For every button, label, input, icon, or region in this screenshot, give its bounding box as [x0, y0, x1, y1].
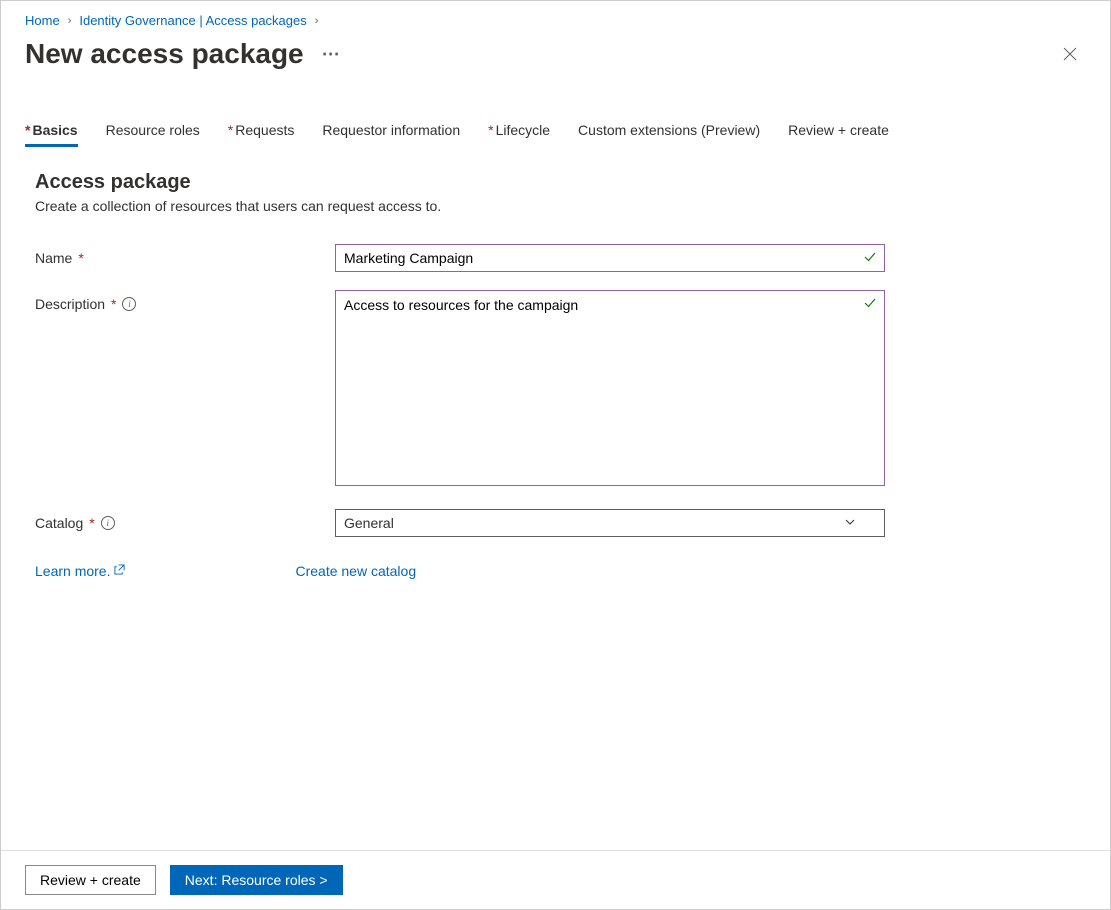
- tab-requestor-info[interactable]: Requestor information: [322, 122, 460, 146]
- chevron-right-icon: ›: [64, 15, 76, 27]
- link-text: Create new catalog: [295, 563, 416, 579]
- wizard-tabs: *Basics Resource roles *Requests Request…: [1, 122, 1110, 147]
- page-title-text: New access package: [25, 38, 304, 70]
- close-button[interactable]: [1054, 38, 1086, 70]
- tab-label: Requestor information: [322, 122, 460, 138]
- section-description: Create a collection of resources that us…: [35, 198, 1076, 214]
- name-row: Name *: [35, 244, 1076, 272]
- description-field-wrap: [335, 290, 885, 491]
- link-text: Learn more.: [35, 563, 110, 579]
- tab-requests[interactable]: *Requests: [228, 122, 295, 146]
- header: Home › Identity Governance | Access pack…: [1, 1, 1110, 70]
- close-icon: [1063, 47, 1077, 61]
- title-row: New access package ⋯: [25, 38, 1086, 70]
- review-create-button[interactable]: Review + create: [25, 865, 156, 895]
- external-link-icon: [114, 564, 125, 578]
- section-title: Access package: [35, 171, 1076, 194]
- tab-label: Lifecycle: [496, 122, 550, 138]
- name-input[interactable]: [335, 244, 885, 272]
- tab-label: Review + create: [788, 122, 889, 138]
- name-label: Name *: [35, 244, 335, 266]
- description-input[interactable]: [335, 290, 885, 486]
- chevron-down-icon: [844, 515, 856, 531]
- breadcrumb-home[interactable]: Home: [25, 13, 60, 28]
- new-access-package-window: Home › Identity Governance | Access pack…: [0, 0, 1111, 910]
- links-row: Learn more. Create new catalog: [35, 563, 1076, 579]
- check-icon: [863, 250, 877, 269]
- select-value: General: [344, 515, 394, 531]
- required-asterisk: *: [228, 122, 233, 138]
- label-text: Description: [35, 296, 105, 312]
- name-field-wrap: [335, 244, 885, 272]
- tab-custom-extensions[interactable]: Custom extensions (Preview): [578, 122, 760, 146]
- tab-lifecycle[interactable]: *Lifecycle: [488, 122, 550, 146]
- required-asterisk: *: [111, 296, 116, 312]
- tab-label: Custom extensions (Preview): [578, 122, 760, 138]
- description-label: Description * i: [35, 290, 335, 312]
- breadcrumb-governance[interactable]: Identity Governance | Access packages: [79, 13, 306, 28]
- tab-label: Resource roles: [106, 122, 200, 138]
- next-button[interactable]: Next: Resource roles >: [170, 865, 343, 895]
- tab-resource-roles[interactable]: Resource roles: [106, 122, 200, 146]
- footer: Review + create Next: Resource roles >: [1, 850, 1110, 909]
- tab-basics[interactable]: *Basics: [25, 122, 78, 146]
- required-asterisk: *: [488, 122, 493, 138]
- label-text: Catalog: [35, 515, 83, 531]
- catalog-label: Catalog * i: [35, 509, 335, 531]
- catalog-field-wrap: General: [335, 509, 885, 537]
- check-icon: [863, 296, 877, 315]
- more-actions-icon[interactable]: ⋯: [322, 44, 342, 65]
- page-title: New access package ⋯: [25, 38, 342, 70]
- chevron-right-icon: ›: [311, 15, 323, 27]
- tab-label: Basics: [32, 122, 77, 138]
- required-asterisk: *: [89, 515, 94, 531]
- description-row: Description * i: [35, 290, 1076, 491]
- catalog-select[interactable]: General: [335, 509, 885, 537]
- tab-review-create[interactable]: Review + create: [788, 122, 889, 146]
- tab-label: Requests: [235, 122, 294, 138]
- info-icon[interactable]: i: [122, 297, 136, 311]
- create-new-catalog-link[interactable]: Create new catalog: [295, 563, 416, 579]
- catalog-row: Catalog * i General: [35, 509, 1076, 537]
- breadcrumb: Home › Identity Governance | Access pack…: [25, 13, 1086, 28]
- learn-more-link[interactable]: Learn more.: [35, 563, 125, 579]
- content-area: Access package Create a collection of re…: [1, 147, 1110, 850]
- required-asterisk: *: [25, 122, 30, 138]
- required-asterisk: *: [78, 250, 83, 266]
- label-text: Name: [35, 250, 72, 266]
- info-icon[interactable]: i: [101, 516, 115, 530]
